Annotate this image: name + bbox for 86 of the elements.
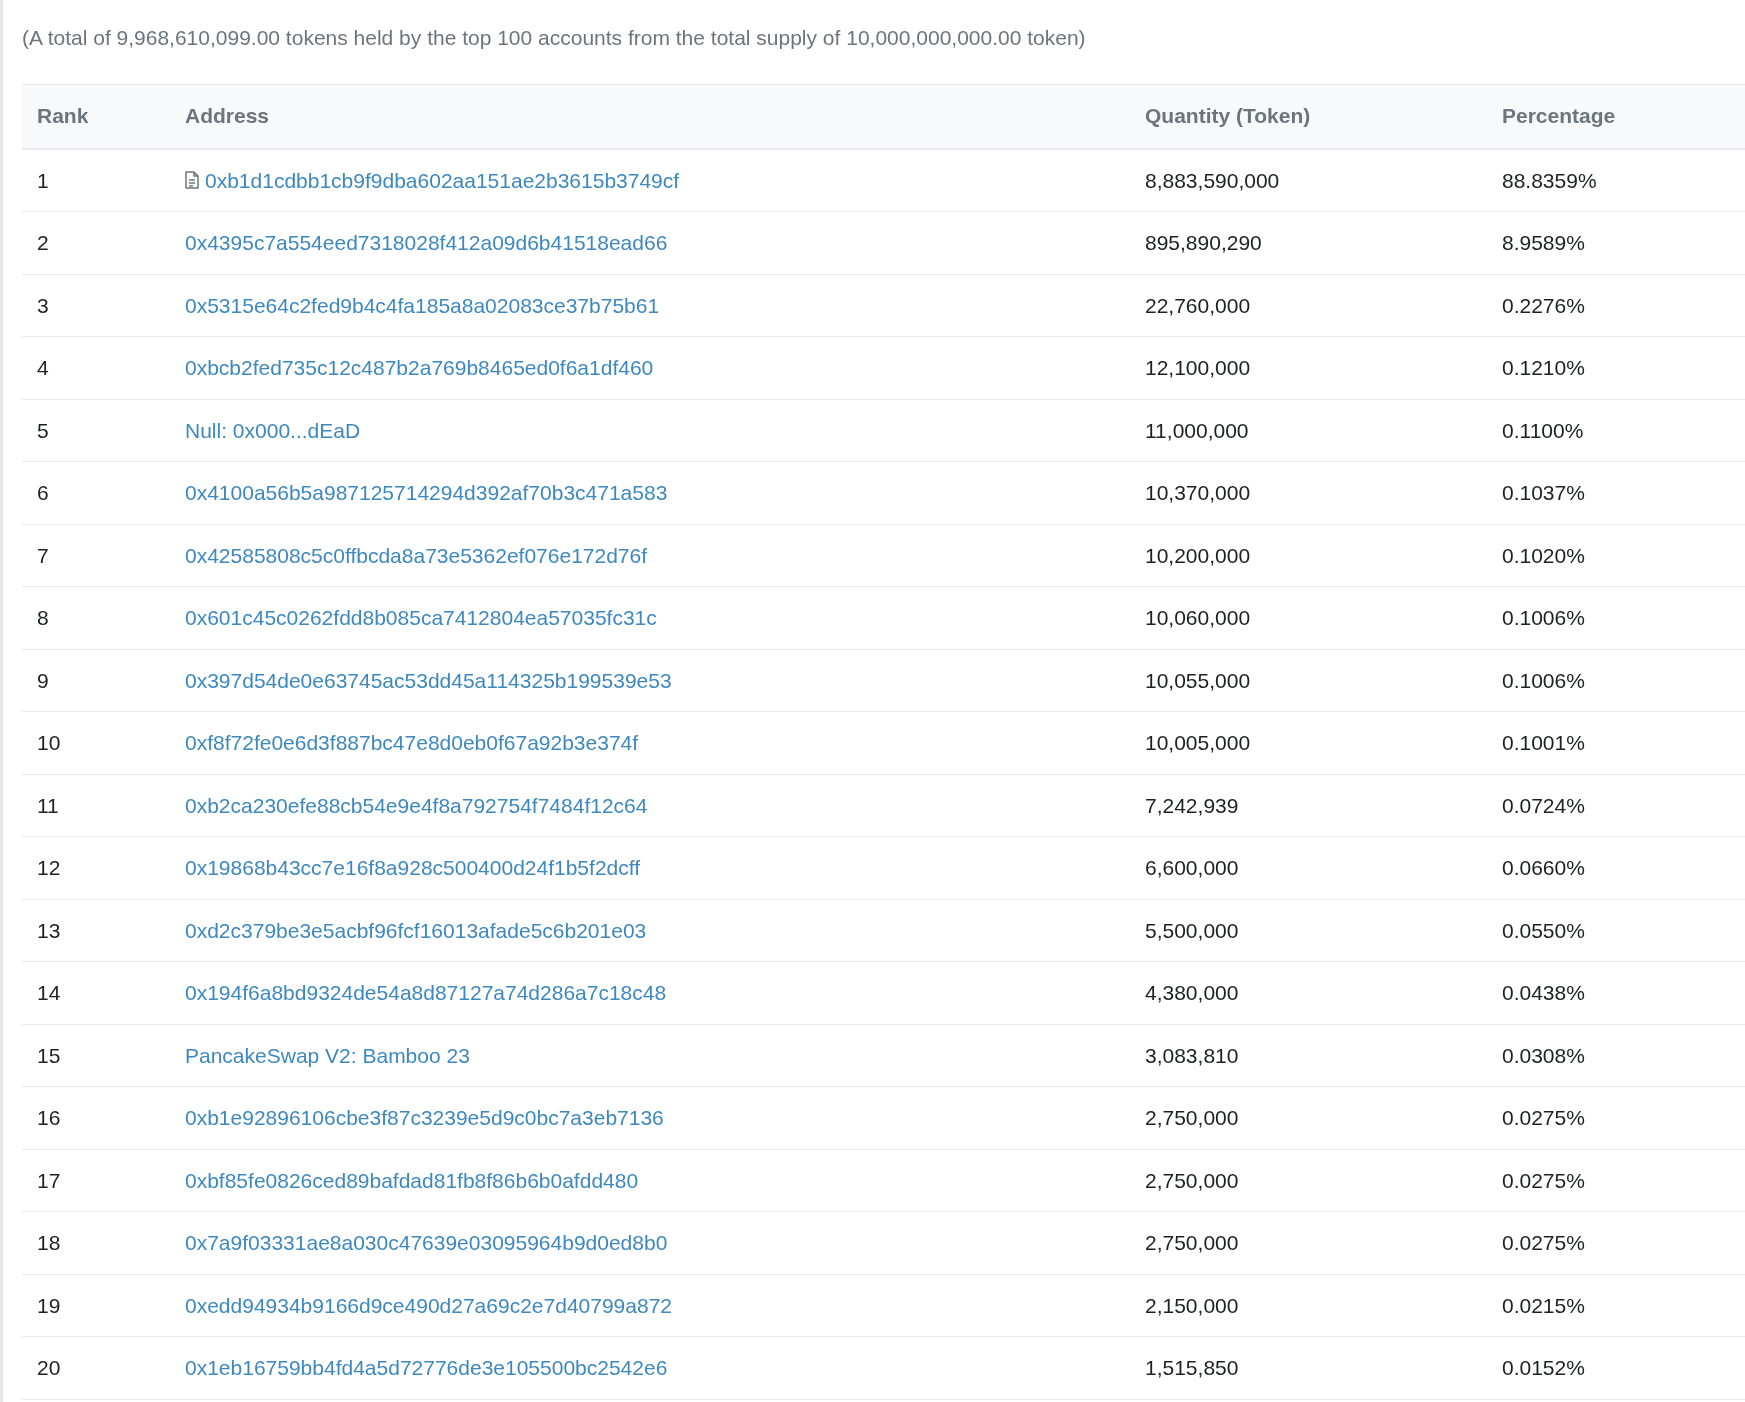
percentage-cell: 0.0724% [1502, 793, 1585, 817]
quantity-cell: 4,380,000 [1145, 981, 1239, 1004]
quantity-cell: 2,750,000 [1145, 1106, 1239, 1129]
rank-cell: 16 [37, 1106, 61, 1129]
rank-cell: 2 [37, 231, 49, 254]
percentage-cell: 88.8359% [1502, 168, 1597, 192]
quantity-cell: 10,055,000 [1145, 668, 1251, 692]
percentage-cell: 0.0550% [1502, 918, 1585, 942]
percentage-cell: 0.1006% [1502, 668, 1585, 692]
percentage-cell: 0.1210% [1502, 356, 1585, 379]
rank-cell: 19 [37, 1293, 61, 1317]
percentage-cell: 0.0438% [1502, 981, 1585, 1004]
address-link[interactable]: 0xb1e92896106cbe3f87c3239e5d9c0bc7a3eb7136 [185, 1102, 664, 1134]
percentage-cell: 8.9589% [1502, 231, 1585, 254]
document-icon [185, 171, 199, 190]
quantity-cell: 2,750,000 [1145, 1168, 1239, 1192]
quantity-cell: 3,083,810 [1145, 1043, 1239, 1067]
percentage-cell: 0.0275% [1502, 1106, 1585, 1129]
address-link[interactable]: 0x1eb16759bb4fd4a5d72776de3e105500bc2542e6 [185, 1352, 668, 1384]
rank-cell: 17 [37, 1168, 61, 1192]
quantity-cell: 2,750,000 [1145, 1231, 1239, 1254]
rank-cell: 18 [37, 1231, 61, 1254]
address-link[interactable]: 0x5315e64c2fed9b4c4fa185a8a02083ce37b75b61 [185, 289, 660, 321]
rank-cell: 20 [37, 1356, 61, 1379]
percentage-cell: 0.0660% [1502, 856, 1585, 879]
percentage-cell: 0.0152% [1502, 1356, 1585, 1379]
percentage-cell: 0.1037% [1502, 481, 1585, 504]
quantity-cell: 6,600,000 [1145, 856, 1239, 879]
rank-cell: 8 [37, 606, 49, 629]
column-header: Rank [37, 104, 89, 128]
quantity-cell: 10,370,000 [1145, 481, 1251, 504]
rank-cell: 10 [37, 731, 61, 754]
quantity-cell: 5,500,000 [1145, 918, 1239, 942]
rank-cell: 5 [37, 418, 49, 442]
address-link[interactable]: 0xb1d1cdbb1cb9f9dba602aa151ae2b3615b3749cf [205, 164, 680, 196]
address-link[interactable]: 0x4100a56b5a987125714294d392af70b3c471a583 [185, 477, 668, 509]
quantity-cell: 10,060,000 [1145, 606, 1251, 629]
rank-cell: 6 [37, 481, 49, 504]
quantity-cell: 10,005,000 [1145, 731, 1251, 754]
rank-cell: 13 [37, 918, 61, 942]
address-link[interactable]: 0xbf85fe0826ced89bafdad81fb8f86b6b0afdd480 [185, 1164, 639, 1196]
rank-cell: 1 [37, 168, 49, 192]
quantity-cell: 11,000,000 [1145, 418, 1249, 442]
rank-cell: 11 [37, 793, 59, 817]
address-link[interactable]: Null: 0x000...dEaD [185, 414, 361, 446]
address-link[interactable]: 0xd2c379be3e5acbf96fcf16013afade5c6b201e03 [185, 914, 647, 946]
address-link[interactable]: 0x4395c7a554eed7318028f412a09d6b41518ead66 [185, 227, 668, 259]
quantity-cell: 22,760,000 [1145, 293, 1251, 317]
column-header: Quantity (Token) [1145, 104, 1311, 128]
percentage-cell: 0.1020% [1502, 543, 1585, 567]
percentage-cell: 0.0215% [1502, 1293, 1585, 1317]
rank-cell: 7 [37, 543, 49, 567]
address-link[interactable]: PancakeSwap V2: Bamboo 23 [185, 1039, 470, 1071]
summary-text: (A total of 9,968,610,099.00 tokens held by the top 100 accounts from the total supply of 10,000,000,000.00 token) [22, 26, 1086, 49]
percentage-cell: 0.0275% [1502, 1168, 1585, 1192]
quantity-cell: 12,100,000 [1145, 356, 1251, 379]
rank-cell: 14 [37, 981, 61, 1004]
address-link[interactable]: 0x601c45c0262fdd8b085ca7412804ea57035fc31c [185, 602, 657, 634]
percentage-cell: 0.0275% [1502, 1231, 1585, 1254]
percentage-cell: 0.1001% [1502, 731, 1585, 754]
quantity-cell: 8,883,590,000 [1145, 168, 1280, 192]
quantity-cell: 10,200,000 [1145, 543, 1251, 567]
percentage-cell: 0.1100% [1502, 418, 1584, 442]
quantity-cell: 895,890,290 [1145, 231, 1262, 254]
quantity-cell: 2,150,000 [1145, 1293, 1239, 1317]
address-link[interactable]: 0xb2ca230efe88cb54e9e4f8a792754f7484f12c64 [185, 789, 648, 821]
rank-cell: 15 [37, 1043, 61, 1067]
address-link[interactable]: 0xf8f72fe0e6d3f887bc47e8d0eb0f67a92b3e374f [185, 727, 639, 759]
address-link[interactable]: 0x7a9f03331ae8a030c47639e03095964b9d0ed8b0 [185, 1227, 668, 1259]
address-link[interactable]: 0x194f6a8bd9324de54a8d87127a74d286a7c18c48 [185, 977, 667, 1009]
percentage-cell: 0.0308% [1502, 1043, 1585, 1067]
address-link[interactable]: 0xbcb2fed735c12c487b2a769b8465ed0f6a1df460 [185, 352, 654, 384]
address-link[interactable]: 0xedd94934b9166d9ce490d27a69c2e7d40799a872 [185, 1289, 672, 1321]
address-link[interactable]: 0x397d54de0e63745ac53dd45a114325b199539e53 [185, 664, 672, 696]
quantity-cell: 7,242,939 [1145, 793, 1239, 817]
column-header: Address [185, 104, 270, 128]
address-link[interactable]: 0x42585808c5c0ffbcda8a73e5362ef076e172d76f [185, 539, 648, 571]
rank-cell: 4 [37, 356, 49, 379]
rank-cell: 9 [37, 668, 49, 692]
rank-cell: 3 [37, 293, 49, 317]
rank-cell: 12 [37, 856, 61, 879]
percentage-cell: 0.2276% [1502, 293, 1585, 317]
percentage-cell: 0.1006% [1502, 606, 1585, 629]
column-header: Percentage [1502, 104, 1616, 128]
quantity-cell: 1,515,850 [1145, 1356, 1239, 1379]
address-link[interactable]: 0x19868b43cc7e16f8a928c500400d24f1b5f2dcff [185, 852, 641, 884]
